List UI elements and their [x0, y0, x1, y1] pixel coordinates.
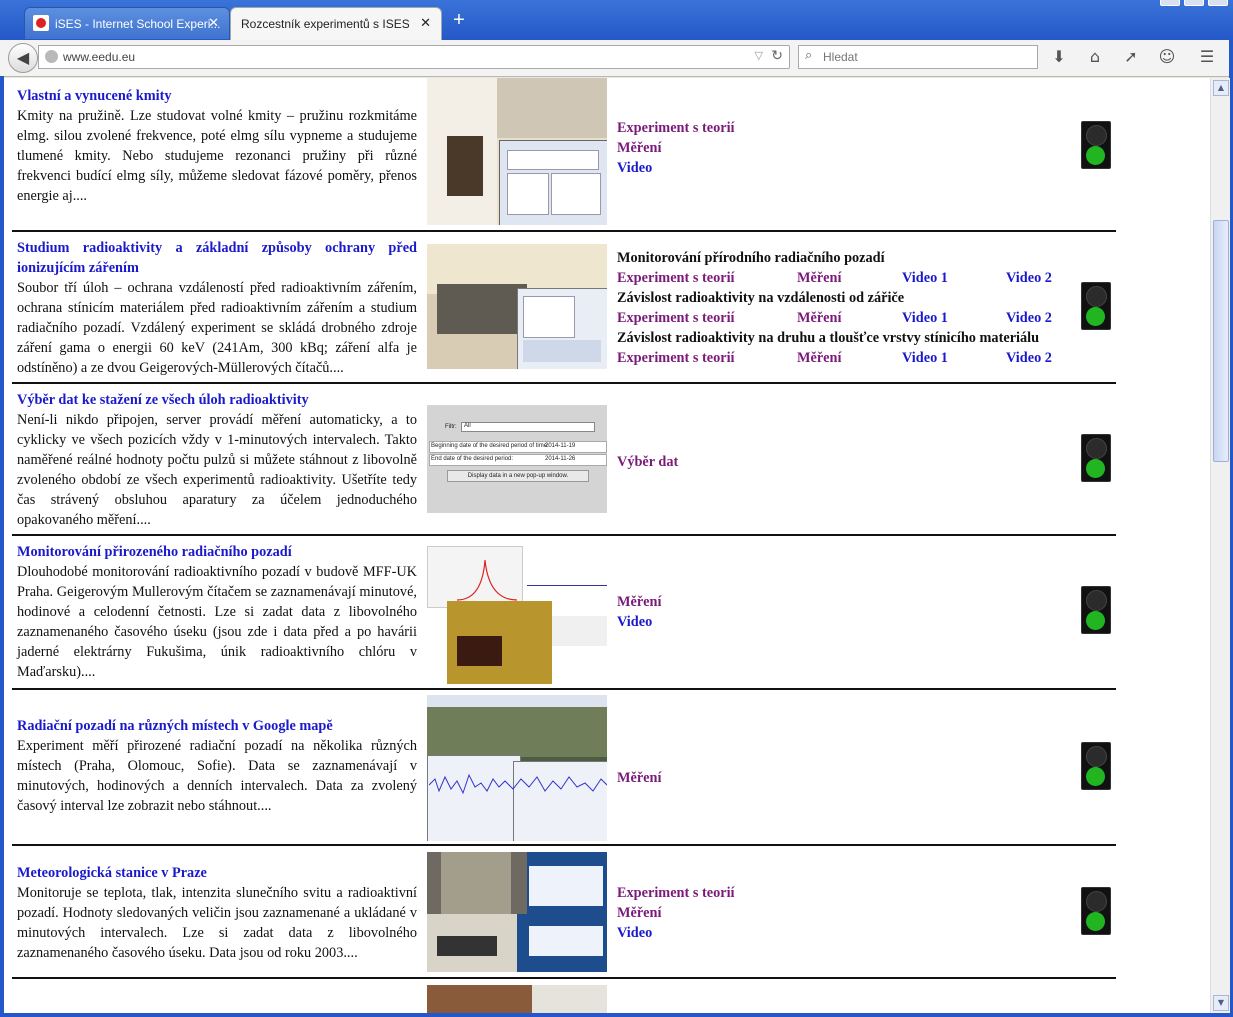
status-traffic-light-icon	[1081, 742, 1111, 790]
page-content: Vlastní a vynucené kmity Kmity na pružin…	[4, 78, 1210, 1013]
histogram-curve-icon	[457, 559, 517, 601]
experiment-description: Kmity na pružině. Lze studovat volné kmi…	[17, 108, 417, 204]
link-video[interactable]: Video	[617, 923, 652, 943]
experiment-description: Dlouhodobé monitorování radioaktivního p…	[17, 564, 417, 680]
browser-titlebar: iSES - Internet School Experi... ✕ Rozce…	[0, 0, 1233, 41]
link-video-1[interactable]: Video 1	[902, 348, 1006, 368]
maximize-button[interactable]	[1184, 0, 1204, 6]
experiment-title-link[interactable]: Studium radioaktivity a základní způsoby…	[17, 240, 417, 276]
experiment-row: Výběr dat ke stažení ze všech úloh radio…	[12, 384, 1116, 536]
experiment-thumbnail[interactable]	[427, 985, 607, 1013]
chevron-down-icon[interactable]: ▽	[755, 49, 763, 62]
globe-icon	[45, 50, 58, 63]
experiment-row: Studium radioaktivity a základní způsoby…	[12, 232, 1116, 384]
link-experiment-with-theory[interactable]: Experiment s teorií	[617, 308, 797, 328]
experiment-description: Není-li nikdo připojen, server provádí m…	[17, 412, 417, 528]
link-measurement[interactable]: Měření	[797, 268, 902, 288]
experiment-description: Soubor tří úloh – ochrana vzdáleností př…	[17, 280, 417, 376]
experiment-thumbnail[interactable]	[427, 244, 607, 369]
link-video[interactable]: Video	[617, 158, 652, 178]
display-data-button[interactable]: Display data in a new pop-up window.	[447, 470, 589, 482]
link-measurement[interactable]: Měření	[617, 592, 661, 612]
arrow-left-icon: ◀	[16, 48, 30, 67]
experiment-title-link[interactable]: Radiační pozadí na různých místech v Goo…	[17, 718, 333, 734]
link-measurement[interactable]: Měření	[617, 768, 661, 788]
link-measurement[interactable]: Měření	[797, 348, 902, 368]
link-video-1[interactable]: Video 1	[902, 268, 1006, 288]
close-tab-icon[interactable]: ✕	[208, 15, 219, 31]
link-experiment-with-theory[interactable]: Experiment s teorií	[617, 118, 735, 138]
link-video-2[interactable]: Video 2	[1006, 308, 1052, 328]
link-measurement[interactable]: Měření	[797, 308, 902, 328]
status-traffic-light-icon	[1081, 282, 1111, 330]
group-title: Závislost radioaktivity na druhu a tlouš…	[617, 330, 1040, 346]
menu-icon[interactable]: ☰	[1196, 46, 1218, 68]
begin-date-label: Beginning date of the desired period of …	[431, 443, 549, 449]
tab-rozcestnik[interactable]: Rozcestník experimentů s ISES a i... ✕	[230, 7, 442, 41]
tab-label: iSES - Internet School Experi...	[55, 17, 221, 31]
experiment-description: Monitoruje se teplota, tlak, intenzita s…	[17, 885, 417, 961]
send-icon[interactable]: ➚	[1120, 46, 1142, 68]
experiment-title-link[interactable]: Monitorování přirozeného radiačního poza…	[17, 544, 292, 560]
url-text[interactable]: www.eedu.eu	[63, 50, 135, 64]
link-measurement[interactable]: Měření	[617, 138, 661, 158]
experiment-title-link[interactable]: Výběr dat ke stažení ze všech úloh radio…	[17, 392, 309, 408]
scrollbar-thumb[interactable]	[1213, 220, 1229, 462]
download-icon[interactable]: ⬇	[1048, 46, 1070, 68]
status-traffic-light-icon	[1081, 586, 1111, 634]
data-download-form-thumbnail[interactable]: Filtr: All Beginning date of the desired…	[427, 405, 607, 513]
link-video-2[interactable]: Video 2	[1006, 268, 1052, 288]
link-experiment-with-theory[interactable]: Experiment s teorií	[617, 883, 735, 903]
link-video-1[interactable]: Video 1	[902, 308, 1006, 328]
experiment-thumbnail[interactable]	[427, 546, 607, 684]
link-data-selection[interactable]: Výběr dat	[617, 452, 678, 472]
filter-select[interactable]: All	[461, 422, 595, 432]
status-traffic-light-icon	[1081, 434, 1111, 482]
search-icon: ⌕	[805, 48, 813, 63]
experiment-title-link[interactable]: Vlastní a vynucené kmity	[17, 88, 172, 104]
scroll-up-icon[interactable]: ▲	[1213, 80, 1229, 96]
tab-ises[interactable]: iSES - Internet School Experi... ✕	[24, 7, 230, 39]
link-experiment-with-theory[interactable]: Experiment s teorií	[617, 348, 797, 368]
experiment-row: Radiační pozadí na různých místech v Goo…	[12, 690, 1116, 846]
experiment-description: Experiment měří přirozené radiační pozad…	[17, 738, 417, 814]
experiment-thumbnail[interactable]	[427, 695, 607, 841]
link-experiment-with-theory[interactable]: Experiment s teorií	[617, 268, 797, 288]
back-button[interactable]: ◀	[8, 43, 38, 73]
ises-favicon-icon	[33, 15, 49, 31]
new-tab-button[interactable]: +	[449, 10, 469, 30]
reload-icon[interactable]: ↻	[771, 48, 783, 64]
address-bar[interactable]: www.eedu.eu ▽ ↻	[38, 45, 790, 69]
end-date-label: End date of the desired period:	[431, 456, 514, 462]
signal-graph-icon	[429, 773, 607, 795]
experiment-title-link[interactable]: Meteorologická stanice v Praze	[17, 865, 207, 881]
scroll-down-icon[interactable]: ▼	[1213, 995, 1229, 1011]
minimize-button[interactable]	[1160, 0, 1180, 6]
filter-label: Filtr:	[445, 424, 457, 430]
status-traffic-light-icon	[1081, 121, 1111, 169]
status-traffic-light-icon	[1081, 887, 1111, 935]
link-video-2[interactable]: Video 2	[1006, 348, 1052, 368]
link-measurement[interactable]: Měření	[617, 903, 661, 923]
vertical-scrollbar[interactable]: ▲ ▼	[1210, 78, 1230, 1013]
chat-icon[interactable]: ☺	[1156, 46, 1178, 68]
home-icon[interactable]: ⌂	[1084, 46, 1106, 68]
navigation-toolbar: ◀ www.eedu.eu ▽ ↻ ⌕ ⬇ ⌂ ➚ ☺ ☰	[0, 40, 1233, 77]
end-date-field[interactable]: 2014-11-26	[545, 456, 575, 462]
close-tab-icon[interactable]: ✕	[420, 15, 431, 31]
search-box[interactable]: ⌕	[798, 45, 1038, 69]
group-title: Monitorování přírodního radiačního pozad…	[617, 250, 885, 266]
experiment-thumbnail[interactable]	[427, 852, 607, 972]
group-title: Závislost radioaktivity na vzdálenosti o…	[617, 290, 905, 306]
experiment-row: Vlastní a vynucené kmity Kmity na pružin…	[12, 78, 1116, 232]
close-window-button[interactable]	[1208, 0, 1228, 6]
experiment-thumbnail[interactable]	[427, 78, 607, 225]
experiment-row: Monitorování přirozeného radiačního poza…	[12, 536, 1116, 690]
begin-date-field[interactable]: 2014-11-19	[545, 443, 575, 449]
tab-label: Rozcestník experimentů s ISES a i...	[241, 17, 409, 31]
link-video[interactable]: Video	[617, 612, 652, 632]
search-input[interactable]	[821, 49, 1025, 65]
experiment-row: Meteorologická stanice v Praze Monitoruj…	[12, 846, 1116, 979]
